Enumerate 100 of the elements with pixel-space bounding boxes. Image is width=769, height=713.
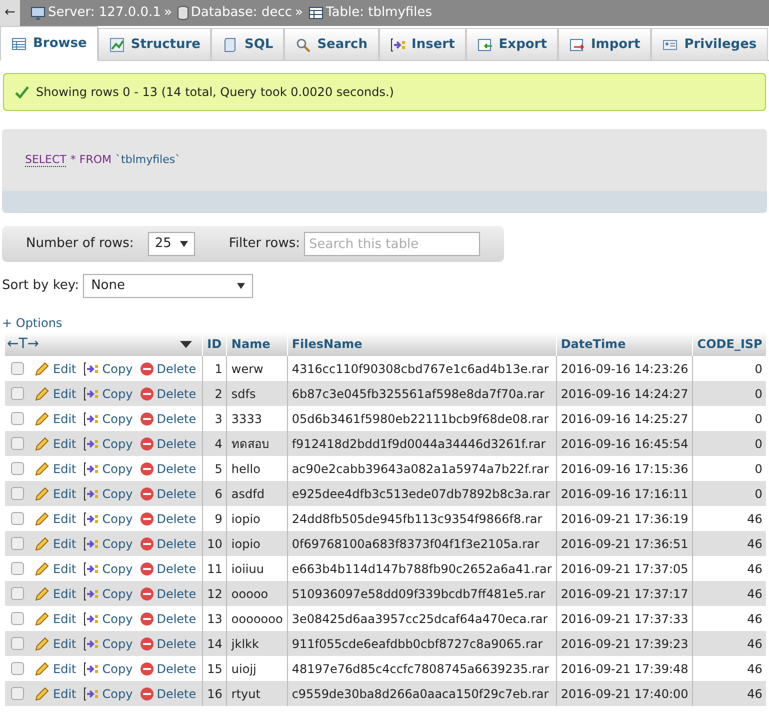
delete-link[interactable]: Delete	[140, 610, 196, 628]
row-checkbox[interactable]	[11, 487, 24, 500]
row-checkbox[interactable]	[11, 512, 24, 525]
filter-label: Filter rows:	[228, 235, 300, 254]
pencil-icon	[34, 610, 50, 626]
column-arrows[interactable]: ←T→	[7, 334, 40, 354]
delete-link[interactable]: Delete	[140, 684, 196, 702]
row-checkbox[interactable]	[11, 662, 24, 675]
edit-link[interactable]: Edit	[34, 360, 76, 378]
filter-field[interactable]: Search this table	[304, 232, 480, 256]
row-checkbox[interactable]	[11, 562, 24, 575]
back-button[interactable]: ←	[0, 0, 20, 26]
insert-icon	[83, 586, 100, 602]
delete-link[interactable]: Delete	[140, 660, 196, 678]
insert-icon	[83, 386, 100, 402]
tab[interactable]: Structure	[98, 28, 212, 61]
edit-link[interactable]: Edit	[34, 684, 76, 702]
breadcrumb-link[interactable]: Table: tblmyfiles	[326, 3, 432, 23]
scroll-icon	[222, 36, 238, 52]
row-checkbox[interactable]	[11, 637, 24, 650]
delete-icon	[140, 686, 154, 700]
copy-link[interactable]: Copy	[83, 484, 133, 502]
pencil-icon	[34, 636, 50, 652]
edit-link[interactable]: Edit	[34, 510, 76, 528]
copy-link[interactable]: Copy	[83, 534, 133, 552]
copy-link[interactable]: Copy	[83, 584, 133, 602]
delete-link[interactable]: Delete	[140, 384, 196, 402]
edit-link[interactable]: Edit	[34, 560, 76, 578]
copy-link[interactable]: Copy	[83, 434, 133, 452]
dropdown-arrow-icon[interactable]	[180, 340, 192, 348]
edit-link[interactable]: Edit	[34, 534, 76, 552]
copy-link[interactable]: Copy	[83, 460, 133, 478]
copy-link[interactable]: Copy	[83, 560, 133, 578]
delete-icon	[140, 362, 154, 376]
delete-icon	[140, 586, 154, 600]
edit-link[interactable]: Edit	[34, 410, 76, 428]
delete-link[interactable]: Delete	[140, 634, 196, 652]
row-checkbox[interactable]	[11, 687, 24, 700]
table-cell: 46	[692, 681, 766, 706]
row-checkbox[interactable]	[11, 462, 24, 475]
row-checkbox[interactable]	[11, 612, 24, 625]
delete-link[interactable]: Delete	[140, 584, 196, 602]
delete-link[interactable]: Delete	[140, 434, 196, 452]
sql-text: * FROM	[70, 152, 112, 168]
edit-link[interactable]: Edit	[34, 634, 76, 652]
tab[interactable]: Browse	[0, 26, 98, 61]
copy-link[interactable]: Copy	[83, 684, 133, 702]
edit-link[interactable]: Edit	[34, 610, 76, 628]
insert-icon	[83, 436, 100, 452]
row-checkbox[interactable]	[11, 412, 24, 425]
table-name: `tblmyfiles`	[116, 152, 181, 168]
pencil-icon	[34, 586, 50, 602]
tab[interactable]: Search	[284, 28, 379, 61]
copy-link[interactable]: Copy	[83, 660, 133, 678]
pencil-icon	[34, 436, 50, 452]
rows-select[interactable]: 25	[148, 232, 195, 256]
row-checkbox[interactable]	[11, 437, 24, 450]
delete-link[interactable]: Delete	[140, 534, 196, 552]
sql-keyword-link[interactable]: SELECT	[25, 154, 66, 166]
edit-link[interactable]: Edit	[34, 660, 76, 678]
row-checkbox[interactable]	[11, 362, 24, 375]
pencil-icon	[34, 460, 50, 476]
delete-icon	[140, 562, 154, 576]
copy-link[interactable]: Copy	[83, 634, 133, 652]
delete-link[interactable]: Delete	[140, 410, 196, 428]
sort-select[interactable]: None	[83, 274, 254, 298]
row-checkbox[interactable]	[11, 587, 24, 600]
edit-link[interactable]: Edit	[34, 460, 76, 478]
delete-link[interactable]: Delete	[140, 360, 196, 378]
options-link[interactable]: + Options	[0, 316, 64, 330]
breadcrumb-link[interactable]: Database: decc	[190, 3, 292, 23]
row-checkbox[interactable]	[11, 537, 24, 550]
delete-link[interactable]: Delete	[140, 510, 196, 528]
delete-icon	[140, 636, 154, 650]
edit-link[interactable]: Edit	[34, 484, 76, 502]
delete-link[interactable]: Delete	[140, 560, 196, 578]
copy-link[interactable]: Copy	[83, 384, 133, 402]
copy-link[interactable]: Copy	[83, 410, 133, 428]
message-text: Showing rows 0 - 13 (14 total, Query took 0.0020 seconds.)	[36, 84, 394, 101]
tab[interactable]: Insert	[378, 28, 466, 61]
copy-link[interactable]: Copy	[83, 360, 133, 378]
rows-label: Number of rows:	[26, 235, 134, 254]
tab[interactable]: Privileges	[651, 28, 768, 61]
delete-icon	[140, 386, 154, 400]
tab[interactable]: Import	[558, 28, 652, 61]
tab[interactable]: SQL	[211, 28, 284, 61]
copy-link[interactable]: Copy	[83, 610, 133, 628]
edit-link[interactable]: Edit	[34, 384, 76, 402]
edit-link[interactable]: Edit	[34, 584, 76, 602]
edit-link[interactable]: Edit	[34, 434, 76, 452]
delete-link[interactable]: Delete	[140, 484, 196, 502]
tab[interactable]: Export	[466, 28, 558, 61]
insert-icon	[83, 636, 100, 652]
search-icon	[295, 36, 312, 52]
copy-link[interactable]: Copy	[83, 510, 133, 528]
delete-link[interactable]: Delete	[140, 460, 196, 478]
breadcrumb-link[interactable]: Server: 127.0.0.1	[48, 3, 161, 23]
row-checkbox[interactable]	[11, 387, 24, 400]
delete-icon	[140, 612, 154, 626]
delete-icon	[140, 512, 154, 526]
